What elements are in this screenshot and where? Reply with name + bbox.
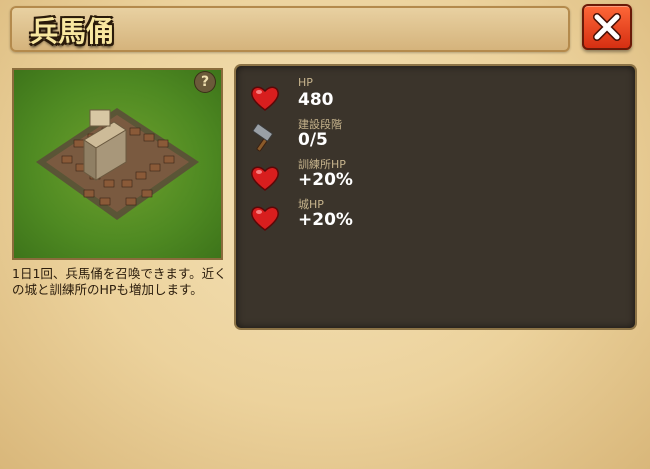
heart-icon: [251, 86, 279, 111]
building-description: 1日1回、兵馬俑を召喚できます。近くの城と訓練所のHPも増加します。: [12, 266, 227, 297]
close-icon: [593, 13, 621, 41]
stat-label: HP: [298, 76, 313, 89]
stat-value: +20%: [298, 210, 353, 230]
page-title: 兵馬俑: [30, 15, 115, 48]
question-icon[interactable]: ?: [195, 72, 215, 92]
stats-panel: HP 480 建設段階 0/5 訓練所HP +20% 城HP +20%: [236, 66, 635, 328]
stat-value: 0/5: [298, 130, 328, 150]
terracotta-army-illustration: [36, 108, 199, 220]
stat-row-hp: HP 480: [250, 76, 450, 116]
stat-row-training-hp: 訓練所HP +20%: [250, 156, 450, 196]
heart-icon: [251, 206, 279, 231]
heart-icon: [251, 166, 279, 191]
hammer-icon: [252, 124, 273, 152]
stat-row-castle-hp: 城HP +20%: [250, 196, 450, 236]
building-image: [12, 68, 223, 260]
stat-row-build-stage: 建設段階 0/5: [250, 116, 450, 156]
close-button[interactable]: [582, 4, 632, 50]
stat-value: 480: [298, 90, 334, 110]
stat-value: +20%: [298, 170, 353, 190]
title-bar: 兵馬俑: [10, 6, 570, 52]
